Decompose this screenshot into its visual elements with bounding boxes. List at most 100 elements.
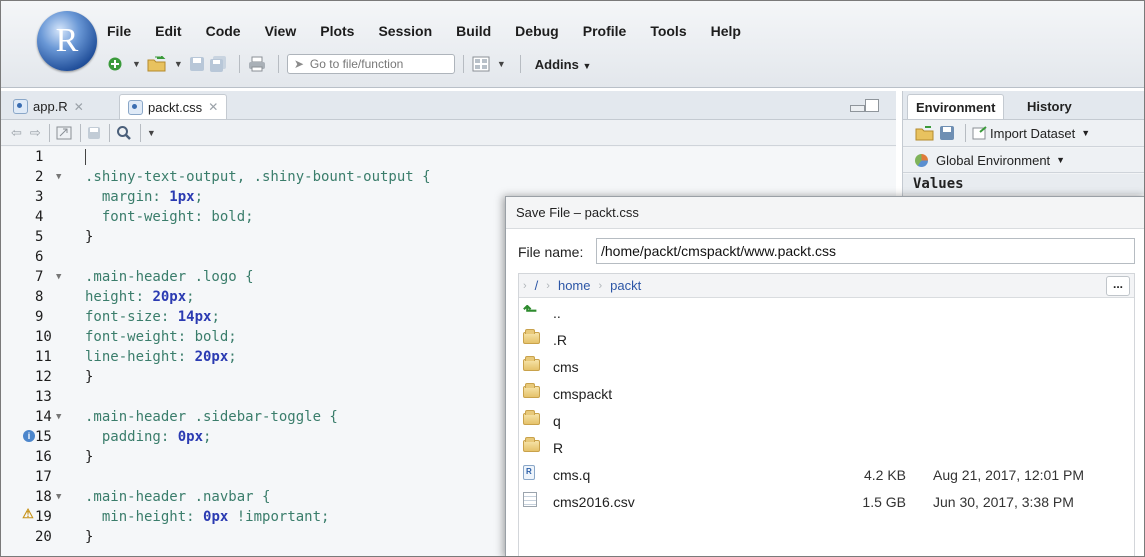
file-name-label: File name:	[518, 244, 584, 260]
tab-packt-css[interactable]: packt.css ✕	[119, 94, 228, 119]
folder-icon	[523, 410, 540, 425]
code-line-1: 1	[1, 147, 896, 167]
main-toolbar: ▼ ▼ ➤ Go to file/function ▼ Addins ▼	[107, 52, 591, 76]
open-folder-icon[interactable]	[147, 55, 167, 73]
menu-edit[interactable]: Edit	[155, 23, 181, 43]
fold-arrow-icon[interactable]: ▼	[56, 407, 61, 427]
fold-arrow-icon[interactable]: ▼	[56, 487, 61, 507]
save-icon[interactable]	[189, 55, 205, 73]
menu-profile[interactable]: Profile	[583, 23, 627, 43]
toolbar-divider	[238, 55, 240, 73]
addins-menu[interactable]: Addins ▼	[535, 57, 592, 72]
list-item-parent-dir[interactable]: ⬑ ..	[519, 299, 1134, 326]
search-icon[interactable]	[116, 124, 132, 142]
list-item-file[interactable]: cms2016.csv 1.5 GB Jun 30, 2017, 3:38 PM	[519, 488, 1134, 515]
folder-icon	[523, 356, 540, 371]
menu-session[interactable]: Session	[378, 23, 432, 43]
chevron-down-icon: ▼	[1056, 155, 1066, 165]
maximize-icon[interactable]	[865, 99, 879, 112]
grid-layout-icon[interactable]	[472, 55, 490, 73]
up-arrow-icon: ⬑	[523, 301, 538, 320]
environment-toolbar: Import Dataset ▼	[903, 120, 1144, 147]
import-dataset-button[interactable]: Import Dataset ▼	[972, 124, 1090, 142]
pane-window-controls	[850, 98, 880, 112]
back-arrow-icon[interactable]: ⇦	[11, 124, 22, 142]
close-icon[interactable]: ✕	[74, 100, 84, 114]
toolbar-divider	[965, 124, 966, 142]
save-all-icon[interactable]	[209, 55, 227, 73]
breadcrumb: › / › home › packt ...	[519, 274, 1134, 298]
r-file-icon	[13, 99, 28, 114]
r-logo: R	[37, 11, 97, 71]
toolbar-divider	[139, 123, 141, 142]
print-icon[interactable]	[248, 55, 266, 73]
open-folder-icon[interactable]	[915, 124, 935, 142]
tab-app-r[interactable]: app.R ✕	[5, 94, 92, 119]
warning-icon[interactable]: ⚠	[21, 507, 35, 520]
save-icon[interactable]	[939, 124, 955, 142]
values-header: Values	[903, 174, 1144, 194]
chevron-down-icon[interactable]: ▼	[174, 59, 183, 69]
list-item-folder[interactable]: .R	[519, 326, 1134, 353]
toolbar-divider	[48, 123, 50, 142]
menu-view[interactable]: View	[265, 23, 297, 43]
tab-history[interactable]: History	[1019, 94, 1080, 119]
list-item-folder[interactable]: R	[519, 434, 1134, 461]
new-file-icon[interactable]	[107, 55, 125, 73]
chevron-down-icon[interactable]: ▼	[132, 59, 141, 69]
menu-bar: File Edit Code View Plots Session Build …	[107, 23, 765, 43]
info-icon[interactable]: i	[23, 430, 35, 442]
global-environment-select[interactable]: Global Environment ▼	[903, 148, 1144, 173]
toolbar-divider	[79, 123, 81, 142]
minimize-icon[interactable]	[850, 105, 865, 112]
list-item-file[interactable]: cms.q 4.2 KB Aug 21, 2017, 12:01 PM	[519, 461, 1134, 488]
fold-arrow-icon[interactable]: ▼	[56, 167, 61, 187]
code-line-2: 2 ▼ .shiny-text-output, .shiny-bount-out…	[35, 167, 431, 187]
more-button[interactable]: ...	[1106, 276, 1130, 296]
text-cursor	[85, 149, 86, 165]
chevron-down-icon: ▼	[1081, 128, 1091, 138]
close-icon[interactable]: ✕	[208, 100, 218, 114]
list-item-folder[interactable]: q	[519, 407, 1134, 434]
breadcrumb-packt[interactable]: packt	[610, 278, 641, 293]
editor-toolbar: ⇦ ⇨ ▼	[1, 120, 896, 146]
editor-tab-bar: app.R ✕ packt.css ✕	[1, 91, 896, 120]
list-item-folder[interactable]: cmspackt	[519, 380, 1134, 407]
breadcrumb-root[interactable]: /	[535, 278, 539, 293]
chevron-right-icon: ›	[546, 279, 550, 292]
folder-icon	[523, 383, 540, 398]
go-to-file-input[interactable]: ➤ Go to file/function	[286, 54, 455, 74]
menu-debug[interactable]: Debug	[515, 23, 559, 43]
toolbar-divider	[108, 123, 110, 142]
chevron-down-icon[interactable]: ▼	[147, 124, 156, 142]
menu-help[interactable]: Help	[711, 23, 741, 43]
menu-plots[interactable]: Plots	[320, 23, 354, 43]
menu-tools[interactable]: Tools	[650, 23, 686, 43]
show-in-window-icon[interactable]	[56, 124, 72, 142]
top-bar: R File Edit Code View Plots Session Buil…	[1, 1, 1144, 88]
toolbar-divider	[519, 55, 521, 73]
save-icon[interactable]	[87, 124, 101, 142]
csv-file-icon	[523, 492, 537, 507]
chevron-right-icon: ›	[523, 279, 527, 292]
dialog-title: Save File – packt.css	[506, 197, 1144, 229]
r-file-icon	[523, 465, 535, 480]
go-to-file-placeholder: Go to file/function	[309, 57, 404, 71]
environment-icon	[915, 153, 928, 167]
breadcrumb-home[interactable]: home	[558, 278, 591, 293]
folder-icon	[523, 437, 540, 452]
file-name-field[interactable]	[596, 238, 1135, 264]
rstudio-window: R File Edit Code View Plots Session Buil…	[0, 0, 1145, 557]
chevron-right-icon: ›	[598, 279, 603, 292]
menu-file[interactable]: File	[107, 23, 131, 43]
list-item-folder[interactable]: cms	[519, 353, 1134, 380]
toolbar-divider	[462, 55, 464, 73]
menu-build[interactable]: Build	[456, 23, 491, 43]
folder-icon	[523, 329, 540, 344]
toolbar-divider	[277, 55, 279, 73]
fold-arrow-icon[interactable]: ▼	[56, 267, 61, 287]
forward-arrow-icon[interactable]: ⇨	[30, 124, 41, 142]
chevron-down-icon[interactable]: ▼	[497, 59, 506, 69]
menu-code[interactable]: Code	[206, 23, 241, 43]
tab-environment[interactable]: Environment	[907, 94, 1005, 119]
